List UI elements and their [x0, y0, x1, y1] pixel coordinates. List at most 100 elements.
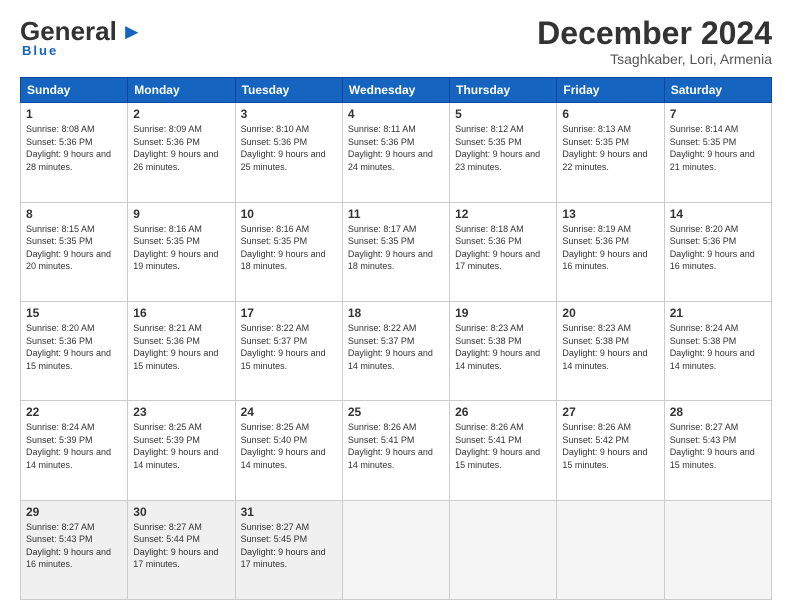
- day-info: Sunrise: 8:10 AMSunset: 5:36 PMDaylight:…: [241, 123, 337, 173]
- calendar-header-friday: Friday: [557, 78, 664, 103]
- calendar-cell: 3 Sunrise: 8:10 AMSunset: 5:36 PMDaylight…: [235, 103, 342, 202]
- header: General ► Blue December 2024 Tsaghkaber,…: [20, 16, 772, 67]
- day-info: Sunrise: 8:15 AMSunset: 5:35 PMDaylight:…: [26, 223, 122, 273]
- day-info: Sunrise: 8:27 AMSunset: 5:44 PMDaylight:…: [133, 521, 229, 571]
- day-number: 7: [670, 107, 766, 121]
- day-number: 18: [348, 306, 444, 320]
- day-info: Sunrise: 8:09 AMSunset: 5:36 PMDaylight:…: [133, 123, 229, 173]
- logo-blue-label: Blue: [22, 43, 58, 58]
- day-info: Sunrise: 8:25 AMSunset: 5:39 PMDaylight:…: [133, 421, 229, 471]
- day-number: 2: [133, 107, 229, 121]
- calendar-header-tuesday: Tuesday: [235, 78, 342, 103]
- calendar-cell: 16 Sunrise: 8:21 AMSunset: 5:36 PMDayligh…: [128, 301, 235, 400]
- calendar-cell: [450, 500, 557, 599]
- calendar-cell: [557, 500, 664, 599]
- day-number: 30: [133, 505, 229, 519]
- calendar-cell: 28 Sunrise: 8:27 AMSunset: 5:43 PMDayligh…: [664, 401, 771, 500]
- day-info: Sunrise: 8:24 AMSunset: 5:39 PMDaylight:…: [26, 421, 122, 471]
- day-number: 23: [133, 405, 229, 419]
- day-info: Sunrise: 8:13 AMSunset: 5:35 PMDaylight:…: [562, 123, 658, 173]
- calendar-cell: 4 Sunrise: 8:11 AMSunset: 5:36 PMDaylight…: [342, 103, 449, 202]
- day-number: 3: [241, 107, 337, 121]
- calendar-week-row: 8Sunrise: 8:15 AMSunset: 5:35 PMDaylight…: [21, 202, 772, 301]
- day-number: 29: [26, 505, 122, 519]
- page: General ► Blue December 2024 Tsaghkaber,…: [0, 0, 792, 612]
- day-number: 15: [26, 306, 122, 320]
- calendar-cell: 18 Sunrise: 8:22 AMSunset: 5:37 PMDayligh…: [342, 301, 449, 400]
- calendar-cell: 25 Sunrise: 8:26 AMSunset: 5:41 PMDayligh…: [342, 401, 449, 500]
- calendar-cell: 6 Sunrise: 8:13 AMSunset: 5:35 PMDaylight…: [557, 103, 664, 202]
- day-number: 1: [26, 107, 122, 121]
- calendar-week-row: 22Sunrise: 8:24 AMSunset: 5:39 PMDayligh…: [21, 401, 772, 500]
- day-info: Sunrise: 8:23 AMSunset: 5:38 PMDaylight:…: [562, 322, 658, 372]
- day-info: Sunrise: 8:20 AMSunset: 5:36 PMDaylight:…: [26, 322, 122, 372]
- calendar-cell: 7 Sunrise: 8:14 AMSunset: 5:35 PMDaylight…: [664, 103, 771, 202]
- day-number: 25: [348, 405, 444, 419]
- day-info: Sunrise: 8:11 AMSunset: 5:36 PMDaylight:…: [348, 123, 444, 173]
- day-info: Sunrise: 8:23 AMSunset: 5:38 PMDaylight:…: [455, 322, 551, 372]
- calendar-cell: 17Sunrise: 8:22 AMSunset: 5:37 PMDayligh…: [235, 301, 342, 400]
- location: Tsaghkaber, Lori, Armenia: [537, 51, 772, 67]
- calendar-header-sunday: Sunday: [21, 78, 128, 103]
- calendar-cell: 13Sunrise: 8:19 AMSunset: 5:36 PMDayligh…: [557, 202, 664, 301]
- day-number: 21: [670, 306, 766, 320]
- calendar-header-row: SundayMondayTuesdayWednesdayThursdayFrid…: [21, 78, 772, 103]
- day-info: Sunrise: 8:25 AMSunset: 5:40 PMDaylight:…: [241, 421, 337, 471]
- calendar-cell: 26Sunrise: 8:26 AMSunset: 5:41 PMDayligh…: [450, 401, 557, 500]
- calendar-header-saturday: Saturday: [664, 78, 771, 103]
- calendar-cell: 10Sunrise: 8:16 AMSunset: 5:35 PMDayligh…: [235, 202, 342, 301]
- calendar-cell: 20 Sunrise: 8:23 AMSunset: 5:38 PMDayligh…: [557, 301, 664, 400]
- logo: General ► Blue: [20, 16, 143, 58]
- day-info: Sunrise: 8:26 AMSunset: 5:41 PMDaylight:…: [348, 421, 444, 471]
- calendar-week-row: 15 Sunrise: 8:20 AMSunset: 5:36 PMDayligh…: [21, 301, 772, 400]
- day-number: 19: [455, 306, 551, 320]
- calendar-cell: 11 Sunrise: 8:17 AMSunset: 5:35 PMDayligh…: [342, 202, 449, 301]
- title-block: December 2024 Tsaghkaber, Lori, Armenia: [537, 16, 772, 67]
- day-info: Sunrise: 8:08 AMSunset: 5:36 PMDaylight:…: [26, 123, 122, 173]
- day-number: 12: [455, 207, 551, 221]
- calendar-cell: 29 Sunrise: 8:27 AMSunset: 5:43 PMDayligh…: [21, 500, 128, 599]
- calendar-cell: [342, 500, 449, 599]
- day-number: 26: [455, 405, 551, 419]
- day-info: Sunrise: 8:20 AMSunset: 5:36 PMDaylight:…: [670, 223, 766, 273]
- day-info: Sunrise: 8:17 AMSunset: 5:35 PMDaylight:…: [348, 223, 444, 273]
- calendar-cell: 14 Sunrise: 8:20 AMSunset: 5:36 PMDayligh…: [664, 202, 771, 301]
- day-number: 24: [241, 405, 337, 419]
- calendar-cell: 21 Sunrise: 8:24 AMSunset: 5:38 PMDayligh…: [664, 301, 771, 400]
- day-info: Sunrise: 8:27 AMSunset: 5:43 PMDaylight:…: [670, 421, 766, 471]
- day-number: 16: [133, 306, 229, 320]
- calendar-cell: 9Sunrise: 8:16 AMSunset: 5:35 PMDaylight…: [128, 202, 235, 301]
- calendar-cell: 31Sunrise: 8:27 AMSunset: 5:45 PMDayligh…: [235, 500, 342, 599]
- day-info: Sunrise: 8:14 AMSunset: 5:35 PMDaylight:…: [670, 123, 766, 173]
- calendar-week-row: 29 Sunrise: 8:27 AMSunset: 5:43 PMDayligh…: [21, 500, 772, 599]
- calendar-table: SundayMondayTuesdayWednesdayThursdayFrid…: [20, 77, 772, 600]
- calendar-cell: 23 Sunrise: 8:25 AMSunset: 5:39 PMDayligh…: [128, 401, 235, 500]
- calendar-cell: 27 Sunrise: 8:26 AMSunset: 5:42 PMDayligh…: [557, 401, 664, 500]
- calendar-cell: 8Sunrise: 8:15 AMSunset: 5:35 PMDaylight…: [21, 202, 128, 301]
- calendar-cell: [664, 500, 771, 599]
- month-title: December 2024: [537, 16, 772, 51]
- day-info: Sunrise: 8:18 AMSunset: 5:36 PMDaylight:…: [455, 223, 551, 273]
- day-info: Sunrise: 8:26 AMSunset: 5:42 PMDaylight:…: [562, 421, 658, 471]
- calendar-cell: 1 Sunrise: 8:08 AMSunset: 5:36 PMDaylight…: [21, 103, 128, 202]
- calendar-header-thursday: Thursday: [450, 78, 557, 103]
- calendar-cell: 12 Sunrise: 8:18 AMSunset: 5:36 PMDayligh…: [450, 202, 557, 301]
- day-info: Sunrise: 8:22 AMSunset: 5:37 PMDaylight:…: [241, 322, 337, 372]
- calendar-cell: 19 Sunrise: 8:23 AMSunset: 5:38 PMDayligh…: [450, 301, 557, 400]
- day-number: 6: [562, 107, 658, 121]
- day-info: Sunrise: 8:24 AMSunset: 5:38 PMDaylight:…: [670, 322, 766, 372]
- day-info: Sunrise: 8:22 AMSunset: 5:37 PMDaylight:…: [348, 322, 444, 372]
- calendar-cell: 5Sunrise: 8:12 AMSunset: 5:35 PMDaylight…: [450, 103, 557, 202]
- day-number: 4: [348, 107, 444, 121]
- day-number: 31: [241, 505, 337, 519]
- day-number: 14: [670, 207, 766, 221]
- day-number: 27: [562, 405, 658, 419]
- day-number: 10: [241, 207, 337, 221]
- day-number: 11: [348, 207, 444, 221]
- logo-arrow-icon: ►: [121, 19, 143, 45]
- day-number: 20: [562, 306, 658, 320]
- day-info: Sunrise: 8:27 AMSunset: 5:43 PMDaylight:…: [26, 521, 122, 571]
- day-info: Sunrise: 8:21 AMSunset: 5:36 PMDaylight:…: [133, 322, 229, 372]
- calendar-header-monday: Monday: [128, 78, 235, 103]
- day-number: 28: [670, 405, 766, 419]
